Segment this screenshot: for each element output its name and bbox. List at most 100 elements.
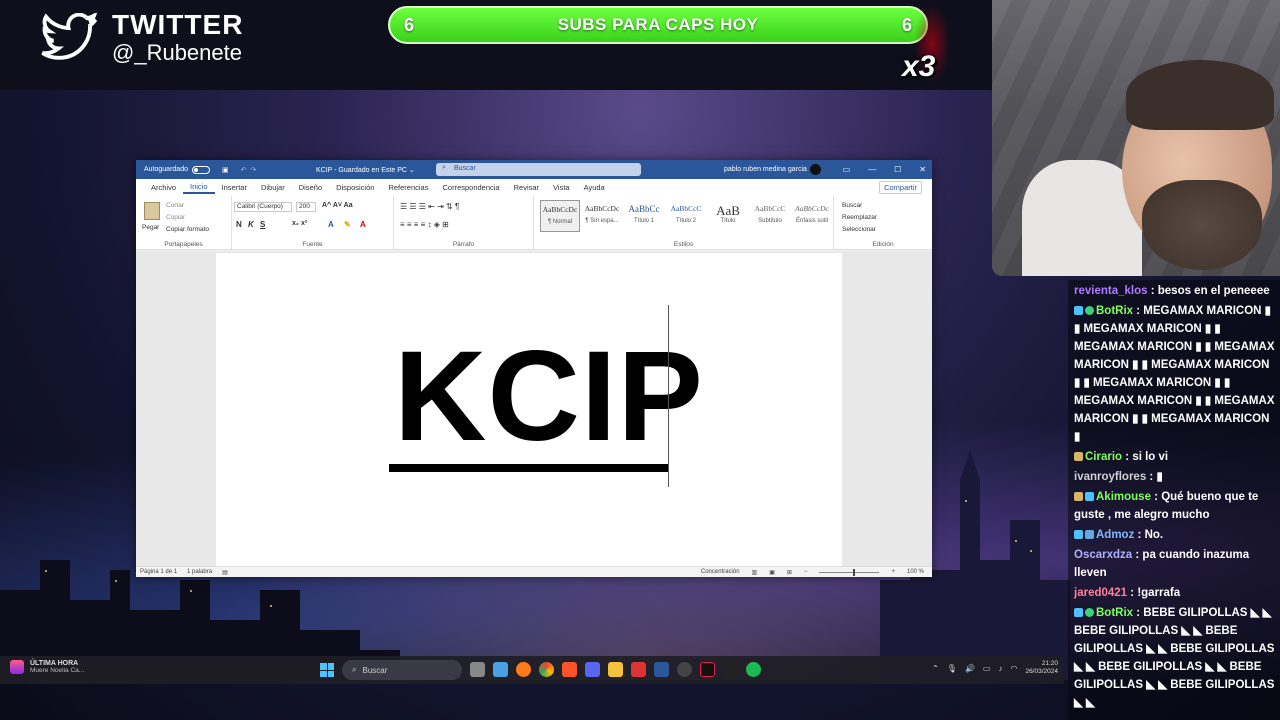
chat-username[interactable]: BotRix [1096,305,1133,317]
taskbar-search[interactable]: ⌕ Buscar [342,660,462,680]
document-page[interactable]: KCIP [216,253,842,566]
spotify-icon[interactable] [746,662,761,677]
style-titulo[interactable]: AaB Título [708,200,748,232]
maximize-icon[interactable]: ☐ [894,165,901,174]
proofing-icon[interactable]: ▤ [222,569,228,576]
tab-dibujar[interactable]: Dibujar [254,183,292,192]
style-normal[interactable]: AaBbCcDc ¶ Normal [540,200,580,232]
discord-icon[interactable] [585,662,600,677]
paste-button[interactable]: Pegar [142,224,159,231]
undo-icon[interactable]: ↶ [241,166,247,174]
tab-inicio[interactable]: Inicio [183,182,215,194]
cut-button[interactable]: Cortar [166,202,184,209]
chrome-icon[interactable] [539,662,554,677]
copy-button[interactable]: Copiar [166,214,185,221]
style-subtitulo[interactable]: AaBbCcC Subtítulo [750,200,790,232]
style-sin-espaciado[interactable]: AaBbCcDc ¶ Sin espa... [582,200,622,232]
redo-icon[interactable]: ↷ [250,166,256,174]
select-button[interactable]: Seleccionar [842,226,876,233]
page-count[interactable]: Página 1 de 1 [140,569,177,575]
list-icons[interactable]: ☰ ☰ ☰ ⇤ ⇥ ⇅ ¶ [400,202,459,211]
tab-insertar[interactable]: Insertar [215,183,254,192]
word-app-icon[interactable] [654,662,669,677]
chat-username[interactable]: jared0421 [1074,587,1127,599]
share-button[interactable]: Compartir [879,181,922,194]
tab-disposicion[interactable]: Disposición [329,183,381,192]
word-count[interactable]: 1 palabra [187,569,212,575]
chat-username[interactable]: ivanroyflores [1074,471,1146,483]
find-button[interactable]: Buscar [842,202,862,209]
chat-username[interactable]: Cirario [1085,451,1122,463]
zoom-level[interactable]: 100 % [907,569,924,575]
highlight-icon[interactable]: ✎ [344,220,351,229]
subscript-icon[interactable]: x₂ x² [292,220,307,227]
style-enfasis-sutil[interactable]: AaBbCcDc Énfasis sutil [792,200,832,232]
twitter-title: TWITTER [112,9,244,40]
chat-username[interactable]: BotRix [1096,607,1133,619]
zoom-slider[interactable] [819,568,880,576]
close-icon[interactable]: ✕ [919,165,926,174]
news-widget[interactable]: ÚLTIMA HORA Muere Noelia Ca... [10,660,84,674]
save-icon[interactable]: ▣ [222,166,229,174]
chat-username[interactable]: Admoz [1096,529,1134,541]
web-layout-icon[interactable]: ⊞ [787,569,792,576]
zoom-out-icon[interactable]: − [804,569,808,575]
focus-mode-button[interactable]: Concentración [701,569,740,575]
obs-icon[interactable] [677,662,692,677]
font-name-select[interactable]: Calibri (Cuerpo) [234,202,292,212]
chat-username[interactable]: Akimouse [1096,491,1151,503]
tab-referencias[interactable]: Referencias [381,183,435,192]
font-size-select[interactable]: 200 [296,202,316,212]
group-editing: Buscar Reemplazar Seleccionar Edición [834,196,932,250]
avatar[interactable] [810,164,821,175]
print-layout-icon[interactable]: ▣ [769,569,775,576]
font-color-icon[interactable]: A [360,220,366,229]
wifi-icon[interactable]: ◠ [1010,664,1017,673]
minimize-icon[interactable]: — [868,165,876,174]
brave-icon[interactable] [562,662,577,677]
tiktok-icon[interactable] [700,662,715,677]
tray-chevron-icon[interactable]: ⌃ [932,664,939,673]
taskbar-clock[interactable]: 21:20 26/03/2024 [1025,660,1058,676]
tab-diseno[interactable]: Diseño [292,183,329,192]
tab-ayuda[interactable]: Ayuda [577,183,612,192]
display-icon[interactable]: ▭ [983,664,991,673]
calendar-app-icon[interactable] [631,662,646,677]
italic-icon[interactable]: K [248,220,254,229]
chat-username[interactable]: revienta_klos [1074,285,1148,297]
autosave[interactable]: Autoguardado ▣ ↶ ↷ [144,165,256,174]
speaker-icon[interactable]: ♪ [998,664,1002,673]
bold-icon[interactable]: N [236,220,242,229]
file-explorer-icon[interactable] [608,662,623,677]
volume-icon[interactable]: 🔊 [965,664,975,673]
notepad-icon[interactable] [493,662,508,677]
word-search-box[interactable]: ⌕ Buscar [436,163,641,176]
autosave-toggle[interactable] [191,165,210,174]
style-titulo-1[interactable]: AaBbCc Título 1 [624,200,664,232]
tab-archivo[interactable]: Archivo [144,183,183,192]
read-mode-icon[interactable]: ▥ [752,569,758,576]
tab-correspondencia[interactable]: Correspondencia [435,183,506,192]
windows-start-icon[interactable] [320,663,334,677]
replace-button[interactable]: Reemplazar [842,214,877,221]
capcut-icon[interactable] [723,662,738,677]
user-name[interactable]: pablo ruben medina garcia [724,166,807,173]
zoom-in-icon[interactable]: + [891,569,895,575]
style-titulo-2[interactable]: AaBbCcC Título 2 [666,200,706,232]
document-text[interactable]: KCIP [394,333,704,461]
chat-username[interactable]: Oscarxdza [1074,549,1132,561]
paste-icon[interactable] [144,202,160,220]
document-title[interactable]: KCIP - Guardado en Este PC ⌄ [316,166,415,174]
microphone-icon[interactable]: 🎙 [947,664,957,673]
task-view-icon[interactable] [470,662,485,677]
tab-revisar[interactable]: Revisar [507,183,546,192]
text-effects-icon[interactable]: A [328,220,334,229]
firefox-icon[interactable] [516,662,531,677]
font-grow-icon[interactable]: A^ A˅ Aa [322,202,353,209]
format-painter-button[interactable]: Copiar formato [166,226,209,233]
tab-vista[interactable]: Vista [546,183,577,192]
underline-icon[interactable]: S [260,220,265,229]
align-icons[interactable]: ≡ ≡ ≡ ≡ ↕ ◈ ⊞ [400,220,449,229]
ribbon-display-icon[interactable]: ▭ [843,165,851,174]
multiplier-label: x3 [902,50,936,83]
